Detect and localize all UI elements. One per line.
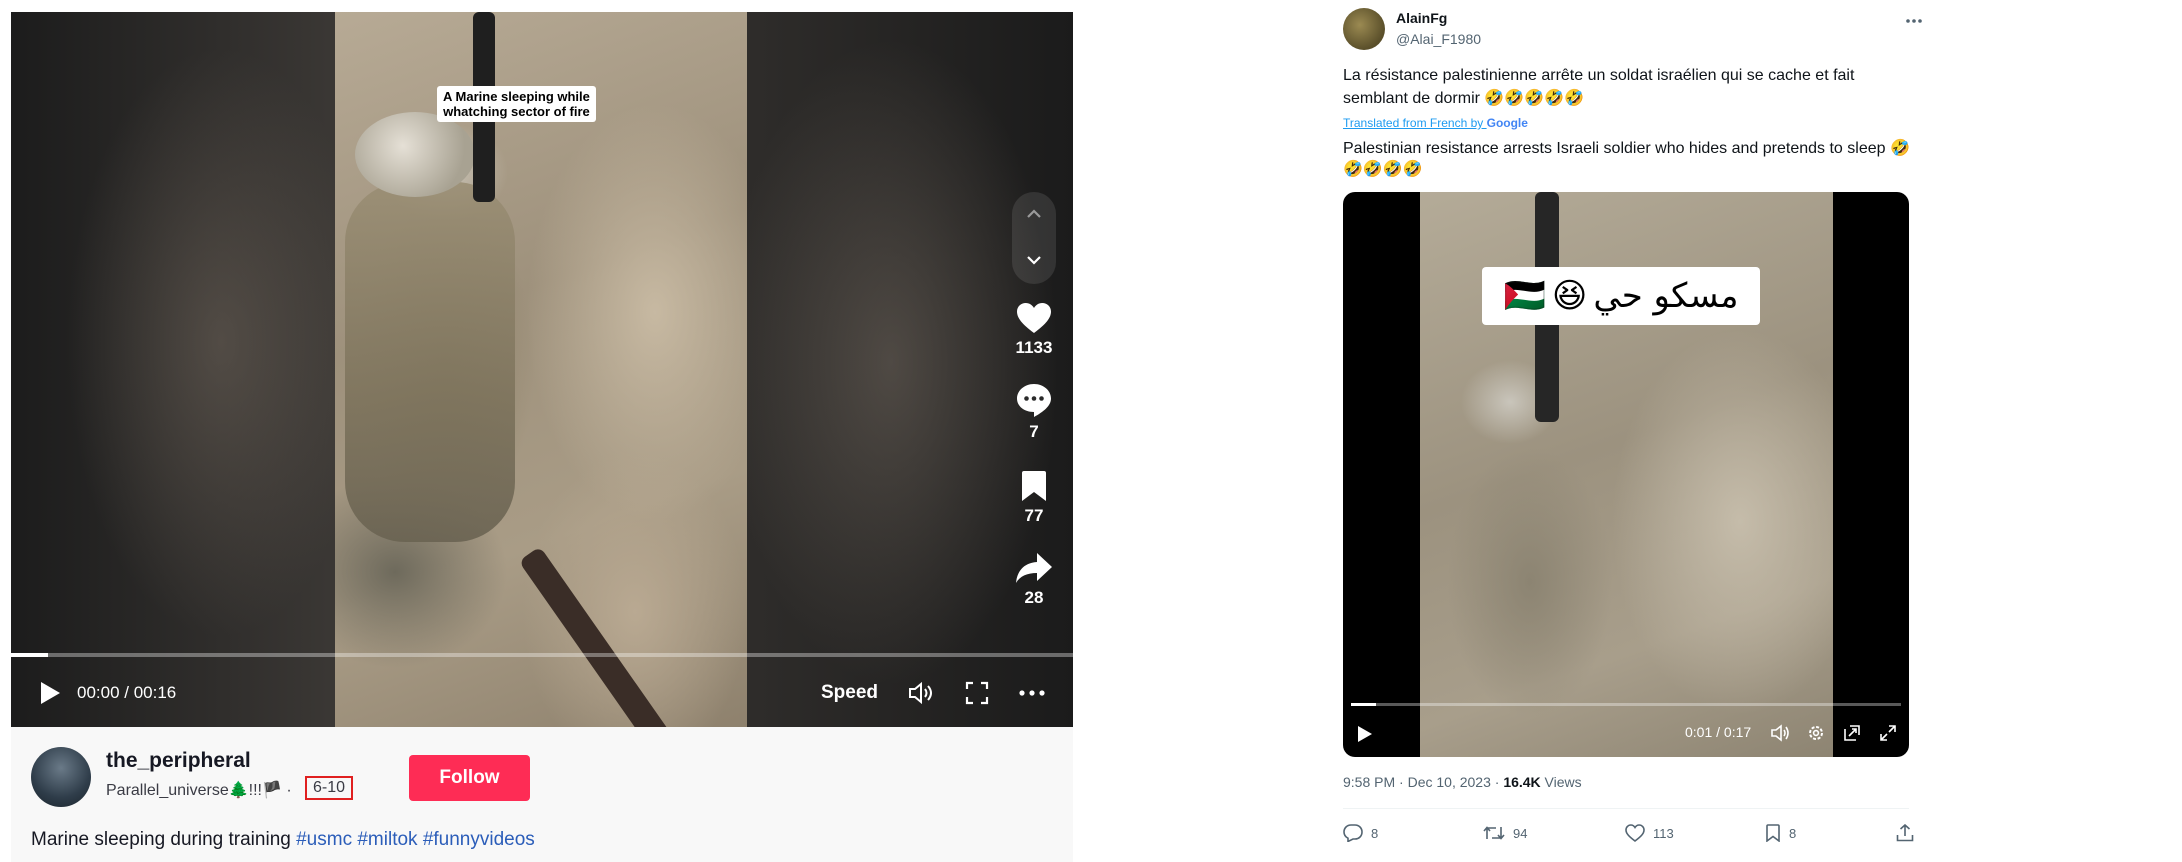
bookmark-button[interactable]: 77 (1007, 470, 1061, 526)
tiktok-post: A Marine sleeping while whatching sector… (0, 0, 1085, 862)
video-progress-bar[interactable] (11, 653, 1073, 657)
display-name[interactable]: AlainFg (1396, 10, 1447, 26)
flag-emoji: 🇵🇸 (1503, 276, 1546, 316)
like-count: 1133 (1015, 338, 1053, 357)
views-label: Views (1540, 774, 1582, 790)
hashtag-link[interactable]: #funnyvideos (423, 829, 535, 850)
bookmark-icon (1007, 470, 1061, 502)
tweet-text-original: La résistance palestinienne arrête un so… (1343, 67, 1855, 107)
tweet-video[interactable]: 🇵🇸 😆 مسكو حي 0:01 / 0:17 (1343, 192, 1909, 757)
reply-icon (1343, 824, 1363, 842)
bookmark-count: 8 (1789, 825, 1797, 841)
heart-icon (1007, 302, 1061, 334)
video-caption: A Marine sleeping while whatching sector… (437, 86, 596, 122)
share-count: 28 (1024, 588, 1044, 607)
overlay-text: مسكو حي (1593, 276, 1739, 316)
bookmark-count: 77 (1024, 506, 1044, 525)
fullscreen-icon[interactable] (965, 681, 989, 705)
post-info: the_peripheral Parallel_universe🌲!!!🏴 · … (11, 727, 1073, 862)
like-button[interactable]: 113 (1625, 824, 1674, 842)
more-options-icon[interactable] (1018, 681, 1046, 705)
volume-icon[interactable] (1771, 724, 1791, 742)
author-username[interactable]: the_peripheral (106, 749, 251, 773)
separator: · (281, 782, 292, 799)
video-progress-fill (1351, 703, 1376, 706)
bookmark-icon (1765, 824, 1781, 842)
helmet (355, 112, 475, 197)
volume-icon[interactable] (908, 681, 936, 705)
post-date: 6-10 (305, 776, 354, 800)
video-time: 0:01 / 0:17 (1685, 724, 1752, 740)
heart-icon (1625, 824, 1645, 842)
video-overlay-label: 🇵🇸 😆 مسكو حي (1482, 267, 1760, 325)
share-icon (1007, 552, 1061, 584)
more-options-icon[interactable] (1905, 12, 1923, 30)
translation-notice[interactable]: Translated from French by Google (1343, 116, 1528, 130)
video-player[interactable]: A Marine sleeping while whatching sector… (11, 12, 1073, 727)
video-progress-fill (11, 653, 49, 657)
play-icon[interactable] (1357, 725, 1373, 743)
reply-count: 8 (1371, 825, 1379, 841)
follow-button[interactable]: Follow (409, 755, 530, 801)
tweet-meta: 9:58 PM · Dec 10, 2023 · 16.4K Views (1343, 774, 1582, 790)
video-progress-bar[interactable] (1351, 703, 1901, 706)
tweet-timestamp[interactable]: 9:58 PM · Dec 10, 2023 · (1343, 774, 1503, 790)
divider (1343, 808, 1909, 809)
settings-gear-icon[interactable] (1807, 724, 1825, 742)
hashtag-link[interactable]: #miltok (357, 829, 417, 850)
video-time: 00:00 / 00:16 (77, 683, 177, 702)
google-logo: Google (1486, 116, 1528, 130)
like-button[interactable]: 1133 (1007, 302, 1061, 358)
post-description: Marine sleeping during training #usmc #m… (31, 829, 535, 851)
fullscreen-icon[interactable] (1879, 724, 1897, 742)
translation-prefix: Translated from French by (1343, 116, 1487, 130)
description-text: Marine sleeping during training (31, 829, 297, 850)
comment-count: 7 (1029, 422, 1039, 441)
share-button[interactable] (1896, 824, 1914, 842)
comment-icon (1007, 382, 1061, 418)
play-icon[interactable] (39, 681, 61, 705)
hashtag-link[interactable]: #usmc (296, 829, 352, 850)
user-handle[interactable]: @Alai_F1980 (1396, 31, 1481, 47)
chevron-down-icon[interactable] (1024, 250, 1044, 270)
video-frame: 🇵🇸 😆 مسكو حي (1420, 192, 1833, 757)
retweet-button[interactable]: 94 (1483, 824, 1527, 842)
laughing-emoji: 😆 (1551, 276, 1588, 316)
retweet-icon (1483, 824, 1505, 842)
video-navigation (1012, 192, 1056, 284)
views-count: 16.4K (1503, 774, 1541, 790)
avatar[interactable] (1343, 8, 1385, 50)
video-controls: 00:00 / 00:16 Speed (11, 667, 1073, 717)
tweet: AlainFg @Alai_F1980 La résistance palest… (1343, 0, 1943, 862)
like-count: 113 (1653, 825, 1674, 841)
picture-in-picture-icon[interactable] (1843, 724, 1861, 742)
tweet-text-translated: Palestinian resistance arrests Israeli s… (1343, 140, 1910, 178)
author-nickname: Parallel_universe🌲!!!🏴 · (106, 780, 292, 800)
retweet-count: 94 (1513, 825, 1528, 841)
reply-button[interactable]: 8 (1343, 824, 1378, 842)
comment-button[interactable]: 7 (1007, 382, 1061, 442)
share-button[interactable]: 28 (1007, 552, 1061, 608)
share-icon (1896, 824, 1914, 842)
soldier-figure (345, 182, 515, 542)
author-nickname-text: Parallel_universe🌲!!!🏴 (106, 782, 282, 799)
speed-button[interactable]: Speed (821, 682, 878, 704)
bookmark-button[interactable]: 8 (1765, 824, 1796, 842)
avatar[interactable] (31, 747, 91, 807)
chevron-up-icon[interactable] (1024, 204, 1044, 224)
